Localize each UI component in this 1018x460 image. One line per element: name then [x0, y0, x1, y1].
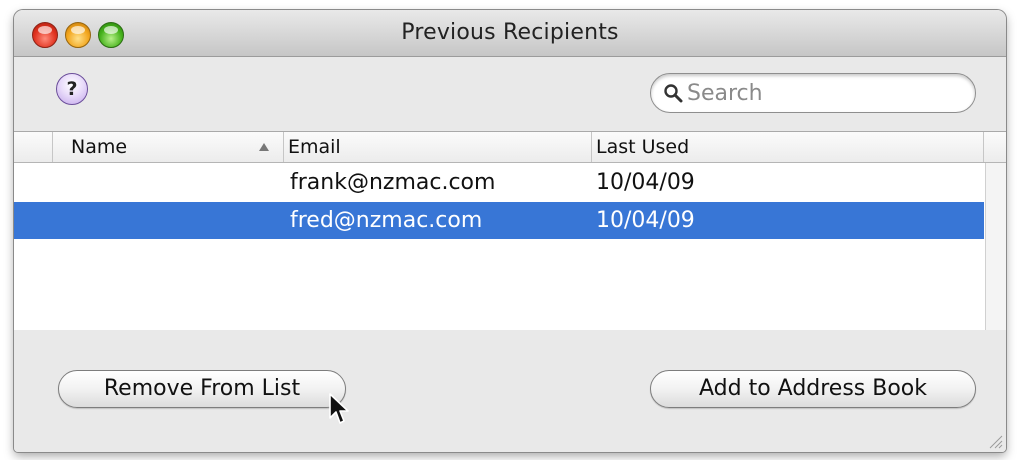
column-header-email[interactable]: Email	[284, 132, 592, 162]
vertical-scrollbar[interactable]	[985, 163, 1006, 330]
column-header-last-used[interactable]: Last Used	[592, 132, 984, 162]
column-label-name: Name	[71, 136, 128, 158]
sort-ascending-icon	[259, 143, 269, 151]
column-label-last-used: Last Used	[596, 136, 690, 158]
column-label-email: Email	[288, 136, 341, 158]
row-last-used: 10/04/09	[596, 170, 695, 195]
recipients-table[interactable]: Name Email Last Used frank@nzmac.com 10/…	[14, 131, 1006, 331]
row-email: fred@nzmac.com	[290, 208, 483, 233]
help-icon: ?	[66, 78, 78, 100]
column-header-name[interactable]: Name	[52, 132, 284, 162]
search-placeholder: Search	[687, 81, 763, 106]
window-title: Previous Recipients	[401, 20, 619, 45]
row-last-used: 10/04/09	[596, 208, 695, 233]
search-input[interactable]: Search	[650, 73, 976, 113]
title-bar[interactable]: Previous Recipients	[14, 10, 1006, 57]
table-row-selected[interactable]: fred@nzmac.com 10/04/09	[14, 202, 984, 239]
previous-recipients-window: Previous Recipients ? Search Name Email …	[14, 10, 1006, 452]
table-row[interactable]: frank@nzmac.com 10/04/09	[14, 164, 984, 201]
table-header: Name Email Last Used	[14, 132, 1006, 163]
help-button[interactable]: ?	[56, 73, 88, 105]
add-to-address-book-button[interactable]: Add to Address Book	[650, 370, 976, 408]
pointer-cursor-icon	[329, 393, 349, 424]
resize-grip-icon[interactable]	[987, 433, 1003, 449]
search-icon	[664, 84, 683, 103]
remove-from-list-button[interactable]: Remove From List	[58, 370, 346, 408]
button-bar: Remove From List Add to Address Book	[14, 330, 1006, 452]
toolbar: ? Search	[14, 57, 1006, 131]
row-email: frank@nzmac.com	[290, 170, 496, 195]
